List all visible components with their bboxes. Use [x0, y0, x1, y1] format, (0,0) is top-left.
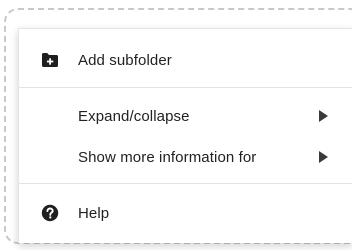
menu-divider — [19, 87, 352, 88]
menu-item-expand-collapse[interactable]: Expand/collapse — [19, 100, 352, 132]
help-circle-icon — [41, 204, 59, 222]
context-menu: Add subfolder Expand/collapse Show more … — [18, 28, 352, 243]
add-folder-icon — [41, 51, 59, 69]
menu-item-label: Add subfolder — [78, 51, 172, 69]
menu-item-help[interactable]: Help — [19, 197, 352, 229]
menu-item-label: Show more information for — [78, 148, 257, 166]
menu-item-label: Help — [78, 204, 110, 222]
menu-divider — [19, 183, 352, 184]
chevron-right-icon — [319, 151, 328, 163]
chevron-right-icon — [319, 110, 328, 122]
menu-item-add-subfolder[interactable]: Add subfolder — [19, 44, 352, 76]
menu-item-label: Expand/collapse — [78, 107, 190, 125]
menu-item-show-more-info[interactable]: Show more information for — [19, 141, 352, 173]
